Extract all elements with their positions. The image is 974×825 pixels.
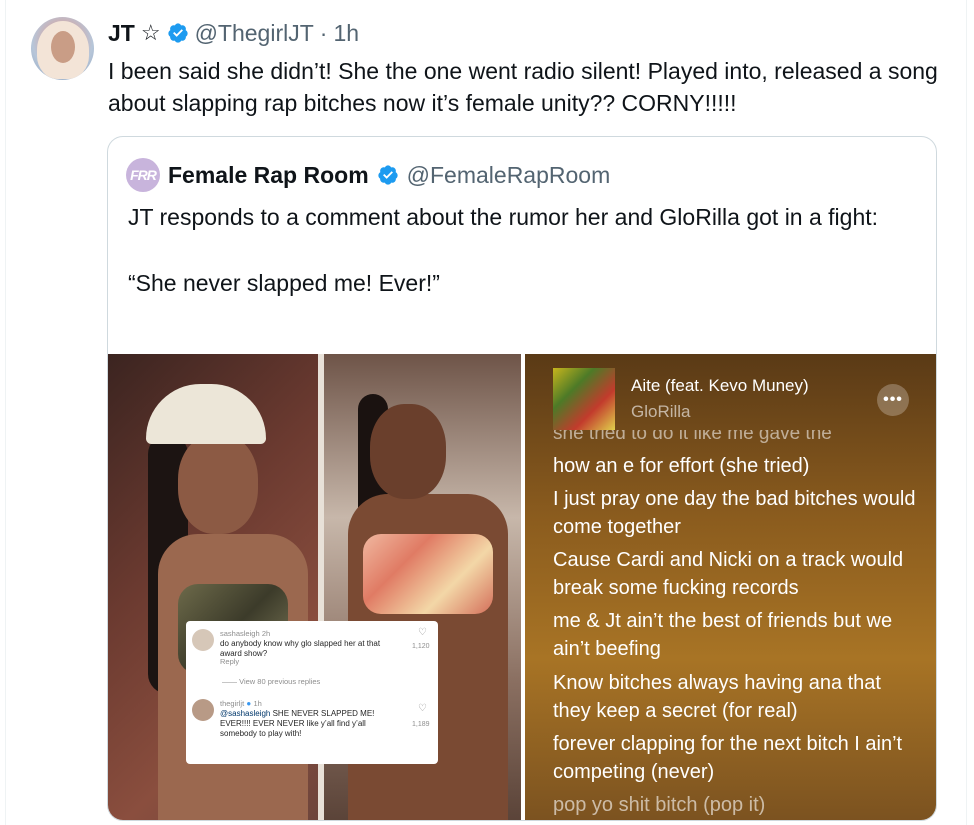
quoted-author-avatar[interactable]: FRR: [126, 158, 160, 192]
ig-time: 1h: [253, 699, 262, 708]
heart-icon: ♡: [418, 703, 427, 714]
separator-dot: ·: [319, 19, 328, 46]
instagram-comment-card: sashasleigh 2h do anybody know why glo s…: [186, 621, 438, 764]
ig-verified-icon: ●: [246, 699, 252, 708]
lyric-line-faded: she tried to do it like me gave the: [553, 430, 832, 444]
ig-mention: @sashasleigh: [220, 709, 271, 718]
ig-time: 2h: [261, 629, 271, 638]
lyric-line: me & Jt ain’t the best of friends but we…: [553, 610, 893, 660]
author-avatar[interactable]: [31, 17, 94, 80]
media-lyrics-screenshot[interactable]: Aite (feat. Kevo Muney) GloRilla ••• she…: [525, 354, 936, 820]
more-options-button: •••: [877, 384, 909, 416]
song-title: Aite (feat. Kevo Muney): [631, 376, 809, 395]
hat-shape: [146, 384, 266, 444]
tweet-header: JT ☆ @ThegirlJT · 1h: [108, 18, 359, 48]
timeline-border-left: [5, 0, 6, 825]
tweet-time[interactable]: 1h: [333, 20, 359, 47]
media-grid: sashasleigh 2h do anybody know why glo s…: [108, 354, 936, 820]
ig-comment-text: do anybody know why glo slapped her at t…: [220, 639, 381, 658]
verified-badge-icon: [378, 165, 398, 185]
media-photo-left[interactable]: sashasleigh 2h do anybody know why glo s…: [108, 354, 521, 820]
ig-username: thegirljt: [220, 699, 245, 708]
ig-username: sashasleigh: [220, 629, 260, 638]
quoted-author-handle[interactable]: @FemaleRapRoom: [407, 162, 611, 189]
author-name[interactable]: JT: [108, 20, 135, 47]
song-artist: GloRilla: [631, 402, 691, 421]
lyric-line: I just pray one day the bad bitches woul…: [553, 488, 916, 538]
lyric-line: forever clapping for the next bitch I ai…: [553, 733, 903, 783]
heart-icon: ♡: [418, 627, 427, 638]
album-art: [553, 368, 615, 430]
tweet-text: I been said she didn’t! She the one went…: [108, 58, 938, 116]
ig-avatar: [192, 629, 214, 651]
ig-view-replies: —— View 80 previous replies: [222, 677, 321, 686]
ig-like-count: 1,189: [412, 721, 430, 728]
ig-comment-1: sashasleigh 2h do anybody know why glo s…: [192, 629, 400, 659]
verified-badge-icon: [167, 23, 188, 43]
ig-like-count: 1,120: [412, 643, 430, 650]
lyric-line: how an e for effort (she tried): [553, 455, 810, 477]
lyric-line: Know bitches always having ana that they…: [553, 672, 881, 722]
lyric-line: Cause Cardi and Nicki on a track would b…: [553, 549, 904, 599]
ig-avatar: [192, 699, 214, 721]
ig-reply-link: Reply: [220, 657, 240, 666]
star-icon: ☆: [140, 20, 161, 45]
lyric-line: pop yo shit bitch (pop it): [553, 794, 766, 816]
author-handle[interactable]: @ThegirlJT: [195, 20, 314, 47]
quoted-tweet[interactable]: FRR Female Rap Room @FemaleRapRoom JT re…: [107, 136, 937, 821]
ig-comment-2: thegirljt ● 1h @sashasleigh SHE NEVER SL…: [192, 699, 400, 739]
quoted-author-name[interactable]: Female Rap Room: [168, 162, 369, 189]
quoted-tweet-header: FRR Female Rap Room @FemaleRapRoom: [126, 157, 610, 193]
quoted-tweet-text: JT responds to a comment about the rumor…: [128, 204, 879, 296]
timeline-border-right: [966, 0, 967, 825]
